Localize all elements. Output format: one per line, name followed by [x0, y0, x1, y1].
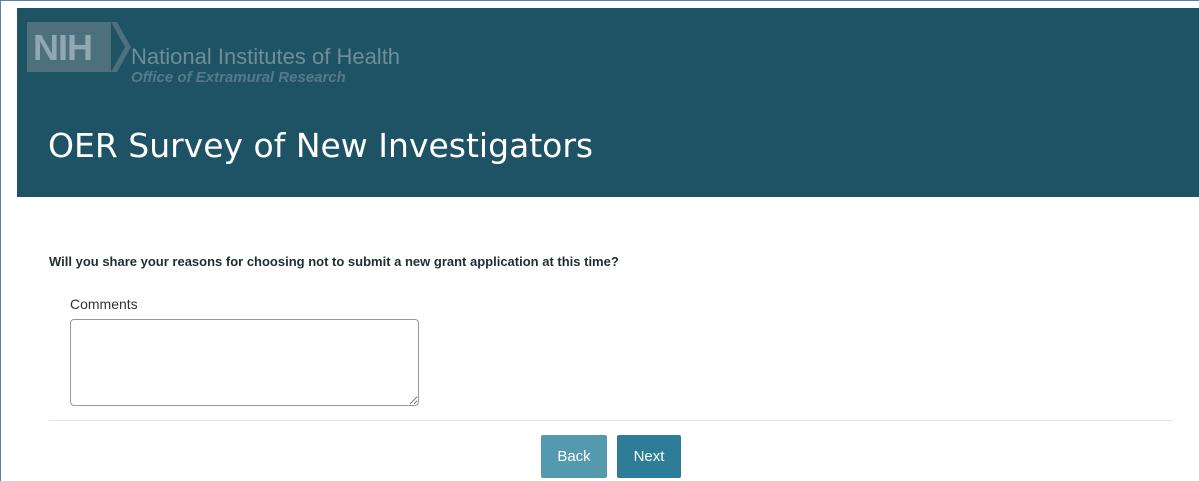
back-button[interactable]: Back [541, 435, 607, 478]
site-header: NIH National Institutes of Health Office… [17, 8, 1199, 197]
nih-logo: NIH [27, 22, 131, 72]
org-name: National Institutes of Health [131, 44, 401, 69]
next-button[interactable]: Next [617, 435, 681, 478]
survey-question: Will you share your reasons for choosing… [49, 254, 619, 269]
nih-chevron-icon [111, 22, 131, 72]
comments-label: Comments [70, 296, 138, 312]
org-subtitle: Office of Extramural Research [131, 69, 346, 86]
nih-logo-box: NIH [27, 22, 111, 72]
page-title: OER Survey of New Investigators [48, 126, 594, 165]
page-frame: NIH National Institutes of Health Office… [0, 0, 1199, 481]
nih-logo-text: NIH [33, 27, 93, 68]
form-divider [49, 420, 1172, 421]
comments-textarea[interactable] [70, 319, 419, 406]
